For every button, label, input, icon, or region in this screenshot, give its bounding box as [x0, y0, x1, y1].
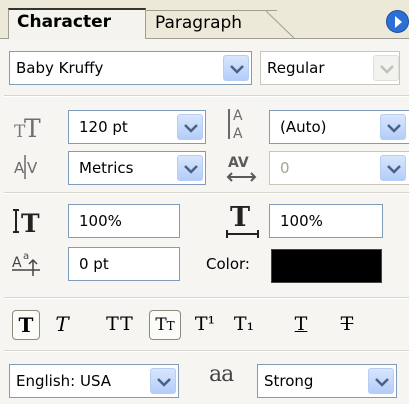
- tracking-dropdown-button[interactable]: [380, 155, 406, 181]
- font-family-dropdown[interactable]: Baby Kruffy: [9, 51, 252, 85]
- tab-character[interactable]: Character: [8, 8, 146, 39]
- tab-paragraph[interactable]: Paragraph: [145, 10, 277, 38]
- language-value: English: USA: [16, 372, 112, 390]
- svg-text:T: T: [21, 209, 40, 238]
- leading-value: (Auto): [280, 118, 327, 136]
- small-caps-glyph: Tt: [155, 315, 175, 335]
- antialias-value: Strong: [264, 372, 314, 390]
- faux-italic-button[interactable]: T: [48, 310, 76, 340]
- vertical-scale-value: 100%: [79, 212, 122, 230]
- small-caps-button[interactable]: Tt: [149, 310, 181, 340]
- text-color-swatch[interactable]: [271, 249, 382, 283]
- font-size-dropdown[interactable]: 120 pt: [68, 110, 206, 144]
- underline-button[interactable]: T: [286, 310, 316, 340]
- tracking-icon: AV: [225, 151, 259, 185]
- tracking-dropdown[interactable]: 0: [269, 151, 409, 185]
- kerning-dropdown[interactable]: Metrics: [68, 151, 206, 185]
- section-divider: [4, 350, 409, 352]
- section-divider: [4, 297, 409, 299]
- baseline-shift-icon: Aa: [12, 246, 44, 278]
- svg-text:T: T: [230, 202, 250, 233]
- kerning-value: Metrics: [79, 159, 134, 177]
- faux-italic-glyph: T: [55, 312, 69, 336]
- svg-text:A: A: [14, 159, 25, 177]
- section-divider: [4, 95, 409, 97]
- leading-dropdown[interactable]: (Auto): [269, 110, 409, 144]
- language-dropdown[interactable]: English: USA: [9, 364, 179, 398]
- kerning-icon: AV: [14, 151, 44, 183]
- chevron-down-icon: [184, 165, 198, 174]
- font-family-dropdown-button[interactable]: [223, 55, 249, 81]
- font-style-value: Regular: [267, 59, 325, 77]
- chevron-down-icon: [157, 378, 171, 387]
- panel-menu-button[interactable]: [386, 10, 409, 33]
- baseline-shift-field[interactable]: 0 pt: [68, 247, 180, 281]
- subscript-glyph: T₁: [233, 313, 255, 335]
- strikethrough-glyph: T: [340, 313, 354, 335]
- chevron-down-icon: [387, 165, 401, 174]
- strikethrough-button[interactable]: T: [332, 310, 362, 340]
- section-divider: [4, 192, 409, 194]
- tab-paragraph-label: Paragraph: [155, 13, 243, 33]
- font-style-dropdown-button[interactable]: [373, 55, 399, 81]
- tracking-value: 0: [280, 159, 290, 177]
- font-family-value: Baby Kruffy: [16, 59, 104, 77]
- subscript-button[interactable]: T₁: [228, 310, 260, 340]
- svg-text:A: A: [233, 126, 243, 142]
- baseline-shift-value: 0 pt: [79, 255, 109, 273]
- svg-text:a: a: [23, 251, 29, 262]
- chevron-down-icon: [387, 124, 401, 133]
- tab-slant-edge: [266, 10, 295, 39]
- kerning-dropdown-button[interactable]: [177, 155, 203, 181]
- all-caps-button[interactable]: TT: [100, 310, 140, 340]
- antialias-icon-text: aa: [209, 362, 234, 387]
- font-size-dropdown-button[interactable]: [177, 114, 203, 140]
- faux-bold-button[interactable]: T: [12, 310, 40, 340]
- svg-text:A: A: [12, 255, 22, 271]
- faux-bold-glyph: T: [18, 313, 34, 337]
- font-size-value: 120 pt: [79, 118, 128, 136]
- font-size-icon: TT: [14, 111, 44, 143]
- all-caps-glyph: TT: [106, 313, 134, 335]
- svg-text:A: A: [233, 108, 243, 124]
- tab-character-label: Character: [17, 12, 112, 32]
- superscript-glyph: T¹: [194, 313, 216, 335]
- chevron-down-icon: [230, 65, 244, 74]
- antialias-dropdown[interactable]: Strong: [257, 364, 397, 398]
- font-style-dropdown[interactable]: Regular: [260, 51, 400, 85]
- chevron-down-icon: [375, 378, 389, 387]
- leading-icon: AA: [225, 106, 257, 142]
- antialias-dropdown-button[interactable]: [368, 368, 394, 394]
- superscript-button[interactable]: T¹: [189, 310, 221, 340]
- chevron-down-icon: [184, 124, 198, 133]
- vertical-scale-icon: T: [12, 204, 44, 238]
- color-label: Color:: [206, 255, 250, 273]
- underline-glyph: T: [294, 313, 308, 335]
- language-dropdown-button[interactable]: [150, 368, 176, 394]
- svg-text:V: V: [27, 159, 38, 177]
- leading-dropdown-button[interactable]: [380, 114, 406, 140]
- antialias-icon: aa: [209, 362, 251, 398]
- horizontal-scale-icon: T: [224, 202, 262, 240]
- horizontal-scale-field[interactable]: 100%: [269, 204, 383, 238]
- svg-text:T: T: [24, 114, 41, 141]
- vertical-scale-field[interactable]: 100%: [68, 204, 180, 238]
- svg-text:AV: AV: [228, 155, 249, 171]
- chevron-down-icon: [380, 65, 394, 74]
- horizontal-scale-value: 100%: [280, 212, 323, 230]
